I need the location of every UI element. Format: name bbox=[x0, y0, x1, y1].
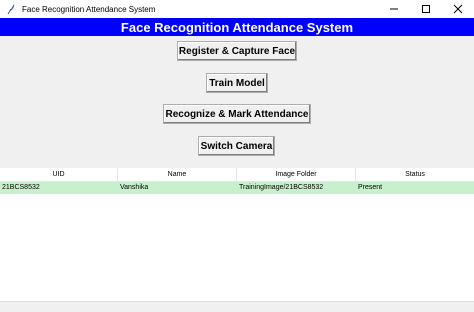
switch-camera-button[interactable]: Switch Camera bbox=[198, 136, 275, 156]
feather-icon bbox=[4, 2, 18, 16]
recognize-attendance-button[interactable]: Recognize & Mark Attendance bbox=[163, 104, 311, 124]
column-header-status[interactable]: Status bbox=[356, 168, 474, 181]
column-header-image-folder[interactable]: Image Folder bbox=[237, 168, 356, 181]
maximize-icon[interactable] bbox=[410, 0, 442, 18]
window-title: Face Recognition Attendance System bbox=[22, 4, 156, 14]
title-bar: Face Recognition Attendance System bbox=[0, 0, 474, 18]
app-banner: Face Recognition Attendance System bbox=[0, 18, 474, 36]
horizontal-scrollbar[interactable] bbox=[0, 301, 474, 312]
cell-status: Present bbox=[358, 184, 383, 191]
cell-name: Vanshika bbox=[120, 184, 149, 191]
register-capture-button[interactable]: Register & Capture Face bbox=[177, 41, 297, 61]
cell-image-folder: TrainingImage/21BCS8532 bbox=[239, 184, 324, 191]
table-header: UID Name Image Folder Status bbox=[0, 168, 474, 182]
column-header-name[interactable]: Name bbox=[118, 168, 237, 181]
window-controls bbox=[378, 0, 474, 18]
column-header-uid[interactable]: UID bbox=[0, 168, 118, 181]
attendance-table[interactable]: UID Name Image Folder Status 21BCS8532 V… bbox=[0, 168, 474, 301]
cell-uid: 21BCS8532 bbox=[2, 184, 40, 191]
train-model-button[interactable]: Train Model bbox=[206, 73, 268, 93]
close-icon[interactable] bbox=[442, 0, 474, 18]
minimize-icon[interactable] bbox=[378, 0, 410, 18]
table-row[interactable]: 21BCS8532 Vanshika TrainingImage/21BCS85… bbox=[0, 182, 474, 194]
